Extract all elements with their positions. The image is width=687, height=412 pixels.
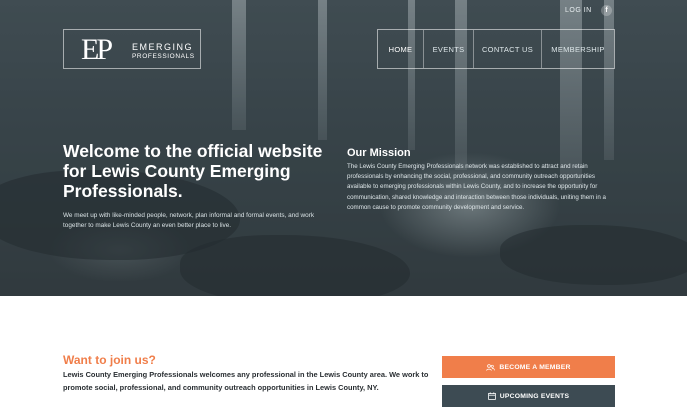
hero-subtitle: We meet up with like-minded people, netw… xyxy=(63,212,315,229)
calendar-icon xyxy=(487,392,496,400)
login-link[interactable]: LOG IN xyxy=(565,7,592,14)
become-member-button[interactable]: BECOME A MEMBER xyxy=(442,356,615,378)
nav-item-home[interactable]: HOME xyxy=(378,30,424,68)
logo-word-professionals: PROFESSIONALS xyxy=(132,53,195,60)
mission-title: Our Mission xyxy=(347,147,411,159)
upcoming-events-button[interactable]: UPCOMING EVENTS xyxy=(442,385,615,407)
site-logo[interactable]: EP EMERGING PROFESSIONALS xyxy=(63,29,201,69)
nav-item-contact-us[interactable]: CONTACT US xyxy=(474,30,542,68)
become-member-label: BECOME A MEMBER xyxy=(499,363,571,371)
hero-title: Welcome to the official website for Lewi… xyxy=(63,141,323,201)
nav-item-membership[interactable]: MEMBERSHIP xyxy=(542,30,614,68)
join-text: Lewis County Emerging Professionals welc… xyxy=(63,370,429,392)
nav-item-events[interactable]: EVENTS xyxy=(424,30,474,68)
mission-text: The Lewis County Emerging Professionals … xyxy=(347,163,607,211)
users-icon xyxy=(486,363,496,371)
main-nav: HOME EVENTS CONTACT US MEMBERSHIP xyxy=(377,29,615,69)
upcoming-events-label: UPCOMING EVENTS xyxy=(499,392,570,400)
logo-initials: EP xyxy=(81,33,113,66)
facebook-icon[interactable]: f xyxy=(601,5,612,16)
logo-word-emerging: EMERGING xyxy=(132,42,194,52)
join-title: Want to join us? xyxy=(63,353,156,367)
